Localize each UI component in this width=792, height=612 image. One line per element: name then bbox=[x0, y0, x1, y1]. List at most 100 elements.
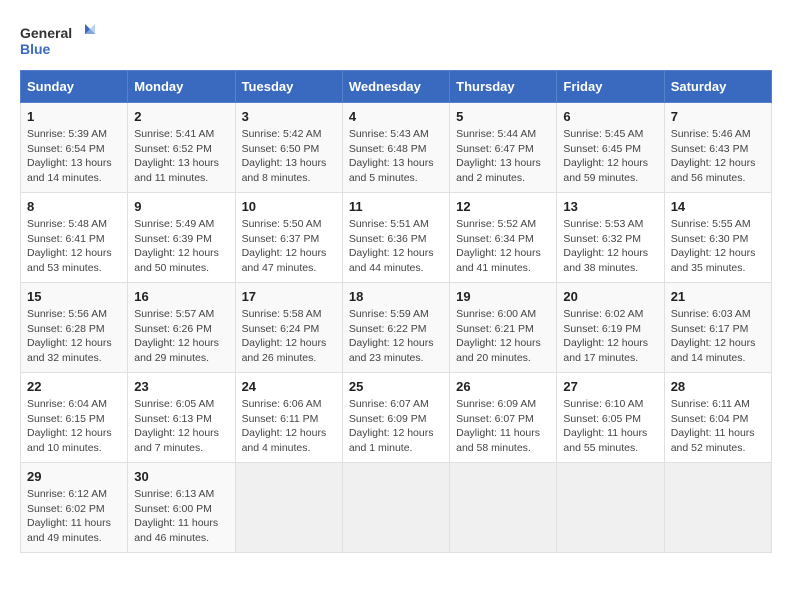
day-info: Sunrise: 5:39 AM Sunset: 6:54 PM Dayligh… bbox=[27, 127, 121, 186]
calendar-cell: 1 Sunrise: 5:39 AM Sunset: 6:54 PM Daylig… bbox=[21, 103, 128, 193]
day-info: Sunrise: 6:06 AM Sunset: 6:11 PM Dayligh… bbox=[242, 397, 336, 456]
day-info: Sunrise: 5:52 AM Sunset: 6:34 PM Dayligh… bbox=[456, 217, 550, 276]
day-number: 11 bbox=[349, 199, 443, 214]
day-info: Sunrise: 6:10 AM Sunset: 6:05 PM Dayligh… bbox=[563, 397, 657, 456]
day-info: Sunrise: 6:11 AM Sunset: 6:04 PM Dayligh… bbox=[671, 397, 765, 456]
calendar-cell: 7Sunrise: 5:46 AM Sunset: 6:43 PM Daylig… bbox=[664, 103, 771, 193]
day-number: 6 bbox=[563, 109, 657, 124]
day-info: Sunrise: 6:00 AM Sunset: 6:21 PM Dayligh… bbox=[456, 307, 550, 366]
day-number: 28 bbox=[671, 379, 765, 394]
calendar-cell: 19 Sunrise: 6:00 AM Sunset: 6:21 PM Dayli… bbox=[450, 283, 557, 373]
calendar-cell: 14 Sunrise: 5:55 AM Sunset: 6:30 PM Dayli… bbox=[664, 193, 771, 283]
calendar-cell: 27 Sunrise: 6:10 AM Sunset: 6:05 PM Dayli… bbox=[557, 373, 664, 463]
calendar-cell: 12 Sunrise: 5:52 AM Sunset: 6:34 PM Dayli… bbox=[450, 193, 557, 283]
svg-text:General: General bbox=[20, 25, 72, 41]
calendar-cell: 9 Sunrise: 5:49 AM Sunset: 6:39 PM Daylig… bbox=[128, 193, 235, 283]
day-info: Sunrise: 5:53 AM Sunset: 6:32 PM Dayligh… bbox=[563, 217, 657, 276]
calendar-cell bbox=[450, 463, 557, 553]
day-info: Sunrise: 5:48 AM Sunset: 6:41 PM Dayligh… bbox=[27, 217, 121, 276]
week-row-2: 8 Sunrise: 5:48 AM Sunset: 6:41 PM Daylig… bbox=[21, 193, 772, 283]
day-number: 23 bbox=[134, 379, 228, 394]
day-number: 16 bbox=[134, 289, 228, 304]
day-number: 26 bbox=[456, 379, 550, 394]
logo-svg: General Blue bbox=[20, 20, 100, 60]
calendar-cell: 29Sunrise: 6:12 AM Sunset: 6:02 PM Dayli… bbox=[21, 463, 128, 553]
day-info: Sunrise: 5:49 AM Sunset: 6:39 PM Dayligh… bbox=[134, 217, 228, 276]
day-number: 29 bbox=[27, 469, 121, 484]
day-info: Sunrise: 5:44 AM Sunset: 6:47 PM Dayligh… bbox=[456, 127, 550, 186]
weekday-header-wednesday: Wednesday bbox=[342, 71, 449, 103]
day-info: Sunrise: 5:45 AM Sunset: 6:45 PM Dayligh… bbox=[563, 127, 657, 186]
day-info: Sunrise: 5:58 AM Sunset: 6:24 PM Dayligh… bbox=[242, 307, 336, 366]
day-info: Sunrise: 5:42 AM Sunset: 6:50 PM Dayligh… bbox=[242, 127, 336, 186]
calendar-cell: 26 Sunrise: 6:09 AM Sunset: 6:07 PM Dayli… bbox=[450, 373, 557, 463]
day-number: 1 bbox=[27, 109, 121, 124]
day-number: 4 bbox=[349, 109, 443, 124]
calendar-cell: 8 Sunrise: 5:48 AM Sunset: 6:41 PM Daylig… bbox=[21, 193, 128, 283]
calendar-cell: 13 Sunrise: 5:53 AM Sunset: 6:32 PM Dayli… bbox=[557, 193, 664, 283]
calendar-cell: 25 Sunrise: 6:07 AM Sunset: 6:09 PM Dayli… bbox=[342, 373, 449, 463]
day-number: 14 bbox=[671, 199, 765, 214]
weekday-header-friday: Friday bbox=[557, 71, 664, 103]
calendar-cell: 21Sunrise: 6:03 AM Sunset: 6:17 PM Dayli… bbox=[664, 283, 771, 373]
calendar-cell: 2Sunrise: 5:41 AM Sunset: 6:52 PM Daylig… bbox=[128, 103, 235, 193]
calendar-cell: 20 Sunrise: 6:02 AM Sunset: 6:19 PM Dayli… bbox=[557, 283, 664, 373]
calendar-cell: 15 Sunrise: 5:56 AM Sunset: 6:28 PM Dayli… bbox=[21, 283, 128, 373]
calendar-cell bbox=[342, 463, 449, 553]
weekday-header-thursday: Thursday bbox=[450, 71, 557, 103]
calendar-cell: 5 Sunrise: 5:44 AM Sunset: 6:47 PM Daylig… bbox=[450, 103, 557, 193]
day-number: 30 bbox=[134, 469, 228, 484]
calendar-cell bbox=[664, 463, 771, 553]
day-number: 19 bbox=[456, 289, 550, 304]
day-info: Sunrise: 5:51 AM Sunset: 6:36 PM Dayligh… bbox=[349, 217, 443, 276]
day-number: 3 bbox=[242, 109, 336, 124]
calendar-cell: 30 Sunrise: 6:13 AM Sunset: 6:00 PM Dayli… bbox=[128, 463, 235, 553]
weekday-header-monday: Monday bbox=[128, 71, 235, 103]
calendar-cell: 6 Sunrise: 5:45 AM Sunset: 6:45 PM Daylig… bbox=[557, 103, 664, 193]
day-info: Sunrise: 6:09 AM Sunset: 6:07 PM Dayligh… bbox=[456, 397, 550, 456]
calendar-cell: 3 Sunrise: 5:42 AM Sunset: 6:50 PM Daylig… bbox=[235, 103, 342, 193]
day-number: 17 bbox=[242, 289, 336, 304]
logo: General Blue bbox=[20, 20, 100, 60]
day-info: Sunrise: 5:41 AM Sunset: 6:52 PM Dayligh… bbox=[134, 127, 228, 186]
day-info: Sunrise: 5:59 AM Sunset: 6:22 PM Dayligh… bbox=[349, 307, 443, 366]
header-row: SundayMondayTuesdayWednesdayThursdayFrid… bbox=[21, 71, 772, 103]
day-number: 13 bbox=[563, 199, 657, 214]
day-info: Sunrise: 6:13 AM Sunset: 6:00 PM Dayligh… bbox=[134, 487, 228, 546]
day-info: Sunrise: 5:46 AM Sunset: 6:43 PM Dayligh… bbox=[671, 127, 765, 186]
day-number: 22 bbox=[27, 379, 121, 394]
weekday-header-tuesday: Tuesday bbox=[235, 71, 342, 103]
calendar-cell bbox=[557, 463, 664, 553]
calendar-cell: 17 Sunrise: 5:58 AM Sunset: 6:24 PM Dayli… bbox=[235, 283, 342, 373]
day-number: 9 bbox=[134, 199, 228, 214]
calendar-cell: 24 Sunrise: 6:06 AM Sunset: 6:11 PM Dayli… bbox=[235, 373, 342, 463]
day-number: 24 bbox=[242, 379, 336, 394]
day-number: 8 bbox=[27, 199, 121, 214]
weekday-header-sunday: Sunday bbox=[21, 71, 128, 103]
weekday-header-saturday: Saturday bbox=[664, 71, 771, 103]
week-row-5: 29Sunrise: 6:12 AM Sunset: 6:02 PM Dayli… bbox=[21, 463, 772, 553]
calendar-cell bbox=[235, 463, 342, 553]
day-number: 12 bbox=[456, 199, 550, 214]
calendar-cell: 4 Sunrise: 5:43 AM Sunset: 6:48 PM Daylig… bbox=[342, 103, 449, 193]
day-info: Sunrise: 5:43 AM Sunset: 6:48 PM Dayligh… bbox=[349, 127, 443, 186]
calendar-cell: 28 Sunrise: 6:11 AM Sunset: 6:04 PM Dayli… bbox=[664, 373, 771, 463]
calendar-cell: 16 Sunrise: 5:57 AM Sunset: 6:26 PM Dayli… bbox=[128, 283, 235, 373]
week-row-1: 1 Sunrise: 5:39 AM Sunset: 6:54 PM Daylig… bbox=[21, 103, 772, 193]
day-info: Sunrise: 6:04 AM Sunset: 6:15 PM Dayligh… bbox=[27, 397, 121, 456]
day-number: 15 bbox=[27, 289, 121, 304]
day-number: 18 bbox=[349, 289, 443, 304]
day-info: Sunrise: 6:02 AM Sunset: 6:19 PM Dayligh… bbox=[563, 307, 657, 366]
day-number: 5 bbox=[456, 109, 550, 124]
day-info: Sunrise: 6:07 AM Sunset: 6:09 PM Dayligh… bbox=[349, 397, 443, 456]
day-info: Sunrise: 5:56 AM Sunset: 6:28 PM Dayligh… bbox=[27, 307, 121, 366]
day-info: Sunrise: 5:57 AM Sunset: 6:26 PM Dayligh… bbox=[134, 307, 228, 366]
calendar-cell: 11 Sunrise: 5:51 AM Sunset: 6:36 PM Dayli… bbox=[342, 193, 449, 283]
day-number: 25 bbox=[349, 379, 443, 394]
calendar-cell: 23Sunrise: 6:05 AM Sunset: 6:13 PM Dayli… bbox=[128, 373, 235, 463]
calendar-cell: 22 Sunrise: 6:04 AM Sunset: 6:15 PM Dayli… bbox=[21, 373, 128, 463]
day-info: Sunrise: 5:55 AM Sunset: 6:30 PM Dayligh… bbox=[671, 217, 765, 276]
day-number: 27 bbox=[563, 379, 657, 394]
calendar-cell: 18 Sunrise: 5:59 AM Sunset: 6:22 PM Dayli… bbox=[342, 283, 449, 373]
day-number: 20 bbox=[563, 289, 657, 304]
